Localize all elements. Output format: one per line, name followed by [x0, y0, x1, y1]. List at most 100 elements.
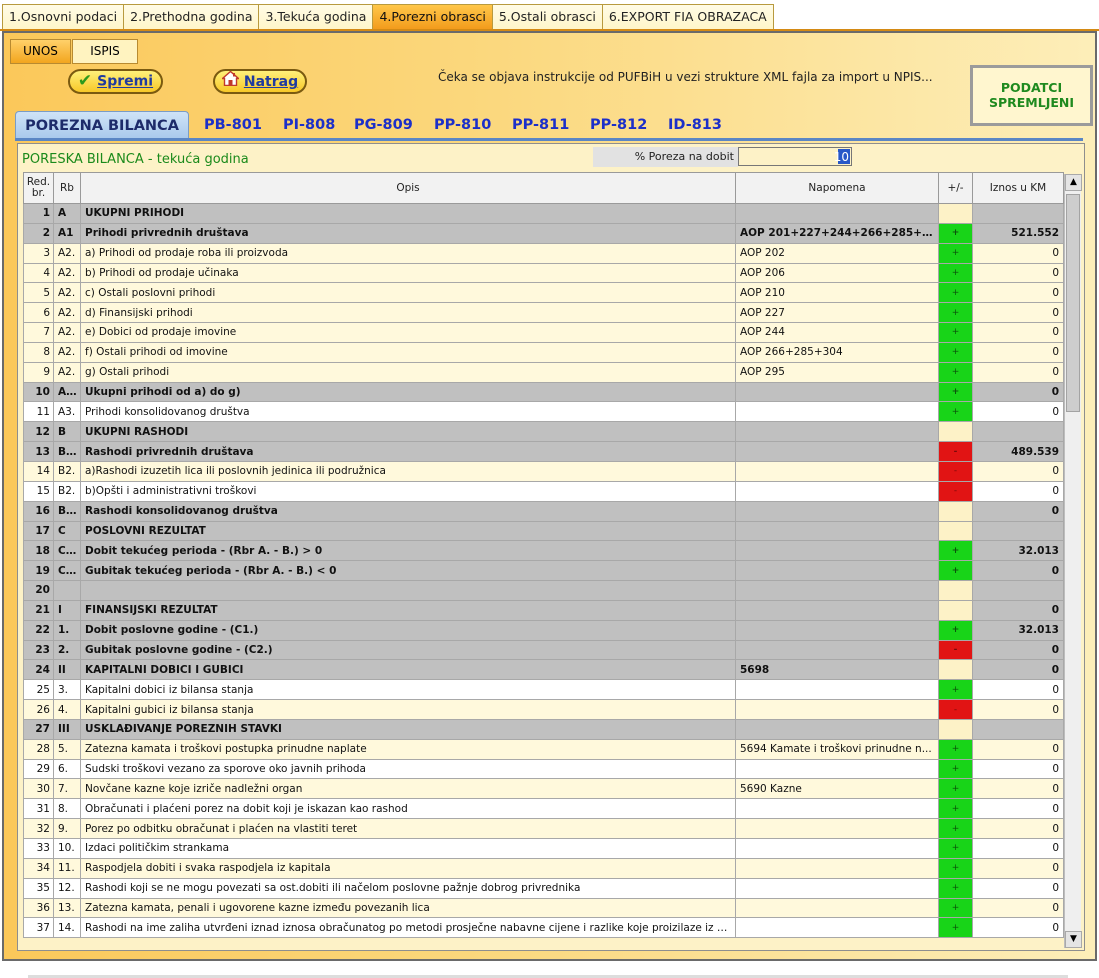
- cell-napomena[interactable]: [735, 639, 939, 661]
- cell-napomena[interactable]: [735, 421, 939, 443]
- cell-napomena[interactable]: 5694 Kamate i troškovi prinudne n...: [735, 738, 939, 760]
- cell-napomena[interactable]: [735, 540, 939, 562]
- cell-iznos[interactable]: 0: [972, 282, 1064, 304]
- cell-iznos[interactable]: 0: [972, 480, 1064, 502]
- cell-sign[interactable]: +: [938, 857, 973, 879]
- tab-tekuca-godina[interactable]: 3.Tekuća godina: [258, 4, 374, 30]
- table-row[interactable]: 34 11. Raspodjela dobiti i svaka raspodjel…: [23, 857, 1064, 879]
- cell-sign[interactable]: [938, 520, 973, 542]
- cell-iznos[interactable]: 0: [972, 758, 1064, 780]
- table-row[interactable]: 32 9. Porez po odbitku obračunat i plaćen …: [23, 818, 1064, 839]
- cell-iznos[interactable]: 0: [972, 560, 1064, 582]
- tax-rate-input[interactable]: [738, 147, 852, 166]
- cell-iznos[interactable]: 489.539: [972, 441, 1064, 462]
- table-row[interactable]: 25 3. Kapitalni dobici iz bilansa stanja +0: [23, 679, 1064, 701]
- cell-iznos[interactable]: 0: [972, 262, 1064, 284]
- table-row[interactable]: 6 A2. d) Finansijski prihodi AOP 227 +0: [23, 302, 1064, 324]
- cell-napomena[interactable]: [735, 401, 939, 423]
- table-row[interactable]: 8 A2. f) Ostali prihodi od imovine AOP 266+…: [23, 341, 1064, 363]
- cell-iznos[interactable]: 0: [972, 798, 1064, 820]
- cell-sign[interactable]: +: [938, 818, 973, 839]
- tab-porezna-bilanca[interactable]: POREZNA BILANCA: [15, 111, 189, 139]
- col-header-iznos[interactable]: Iznos u KM: [972, 172, 1064, 204]
- cell-napomena[interactable]: AOP 244: [735, 322, 939, 343]
- cell-napomena[interactable]: [735, 877, 939, 899]
- tab-id-813[interactable]: ID-813: [668, 111, 722, 139]
- table-row[interactable]: 9 A2. g) Ostali prihodi AOP 295 +0: [23, 361, 1064, 383]
- table-row[interactable]: 13 B1. Rashodi privrednih društava -489.539: [23, 441, 1064, 462]
- cell-iznos[interactable]: 0: [972, 857, 1064, 879]
- cell-napomena[interactable]: AOP 206: [735, 262, 939, 284]
- table-row[interactable]: 7 A2. e) Dobici od prodaje imovine AOP 244 +…: [23, 322, 1064, 343]
- cell-iznos[interactable]: 0: [972, 778, 1064, 800]
- cell-napomena[interactable]: 5690 Kazne: [735, 778, 939, 800]
- table-row[interactable]: 20: [23, 580, 1064, 601]
- tab-pi-808[interactable]: PI-808: [283, 111, 335, 139]
- cell-iznos[interactable]: [972, 203, 1064, 224]
- cell-sign[interactable]: +: [938, 778, 973, 800]
- cell-napomena[interactable]: [735, 460, 939, 482]
- table-row[interactable]: 29 6. Sudski troškovi vezano za sporove ok…: [23, 758, 1064, 780]
- vertical-scrollbar[interactable]: ▲ ▼: [1064, 174, 1082, 948]
- tab-pp-810[interactable]: PP-810: [434, 111, 491, 139]
- cell-sign[interactable]: +: [938, 877, 973, 899]
- cell-napomena[interactable]: [735, 500, 939, 522]
- cell-sign[interactable]: [938, 659, 973, 681]
- table-row[interactable]: 26 4. Kapitalni gubici iz bilansa stanja -0: [23, 699, 1064, 720]
- cell-napomena[interactable]: [735, 857, 939, 879]
- tab-ispis[interactable]: ISPIS: [72, 39, 138, 64]
- cell-napomena[interactable]: [735, 798, 939, 820]
- table-row[interactable]: 12 B UKUPNI RASHODI: [23, 421, 1064, 443]
- cell-iznos[interactable]: 0: [972, 639, 1064, 661]
- cell-iznos[interactable]: 0: [972, 341, 1064, 363]
- cell-iznos[interactable]: 0: [972, 877, 1064, 899]
- table-row[interactable]: 15 B2. b)Opšti i administrativni troškovi -…: [23, 480, 1064, 502]
- cell-iznos[interactable]: 0: [972, 838, 1064, 859]
- cell-sign[interactable]: +: [938, 381, 973, 403]
- cell-sign[interactable]: [938, 421, 973, 443]
- cell-iznos[interactable]: 0: [972, 917, 1064, 939]
- cell-sign[interactable]: +: [938, 322, 973, 343]
- cell-iznos[interactable]: 0: [972, 401, 1064, 423]
- cell-iznos[interactable]: 0: [972, 599, 1064, 621]
- cell-iznos[interactable]: [972, 718, 1064, 740]
- cell-napomena[interactable]: [735, 580, 939, 601]
- tab-ostali-obrasci[interactable]: 5.Ostali obrasci: [491, 4, 603, 30]
- cell-iznos[interactable]: 0: [972, 738, 1064, 760]
- tab-porezni-obrasci[interactable]: 4.Porezni obrasci: [372, 4, 493, 30]
- col-header-opis[interactable]: Opis: [80, 172, 736, 204]
- cell-iznos[interactable]: 0: [972, 897, 1064, 919]
- cell-iznos[interactable]: 0: [972, 322, 1064, 343]
- table-row[interactable]: 33 10. Izdaci političkim strankama +0: [23, 838, 1064, 859]
- cell-iznos[interactable]: 0: [972, 381, 1064, 403]
- cell-napomena[interactable]: AOP 201+227+244+266+285+295+304: [735, 222, 939, 244]
- table-row[interactable]: 36 13. Zatezna kamata, penali i ugovorene …: [23, 897, 1064, 919]
- cell-iznos[interactable]: 0: [972, 659, 1064, 681]
- cell-sign[interactable]: [938, 580, 973, 601]
- cell-napomena[interactable]: [735, 679, 939, 701]
- cell-sign[interactable]: +: [938, 798, 973, 820]
- back-button[interactable]: Natrag: [213, 69, 307, 94]
- table-row[interactable]: 1 A UKUPNI PRIHODI: [23, 203, 1064, 224]
- table-row[interactable]: 27 III USKLAĐIVANJE POREZNIH STAVKI: [23, 718, 1064, 740]
- cell-sign[interactable]: -: [938, 699, 973, 720]
- cell-iznos[interactable]: 0: [972, 699, 1064, 720]
- table-row[interactable]: 18 C1. Dobit tekućeg perioda - (Rbr A. - B…: [23, 540, 1064, 562]
- cell-iznos[interactable]: [972, 580, 1064, 601]
- cell-napomena[interactable]: [735, 441, 939, 462]
- table-row[interactable]: 37 14. Rashodi na ime zaliha utvrđeni izna…: [23, 917, 1064, 939]
- table-row[interactable]: 5 A2. c) Ostali poslovni prihodi AOP 210 +0: [23, 282, 1064, 304]
- cell-sign[interactable]: +: [938, 838, 973, 859]
- cell-napomena[interactable]: [735, 718, 939, 740]
- tab-export-fia[interactable]: 6.EXPORT FIA OBRAZACA: [601, 4, 774, 30]
- cell-napomena[interactable]: [735, 203, 939, 224]
- table-row[interactable]: 17 C POSLOVNI REZULTAT: [23, 520, 1064, 542]
- tab-unos[interactable]: UNOS: [10, 39, 71, 64]
- cell-iznos[interactable]: 521.552: [972, 222, 1064, 244]
- cell-napomena[interactable]: [735, 520, 939, 542]
- cell-napomena[interactable]: [735, 897, 939, 919]
- cell-napomena[interactable]: [735, 480, 939, 502]
- cell-napomena[interactable]: AOP 227: [735, 302, 939, 324]
- table-row[interactable]: 10 A2. Ukupni prihodi od a) do g) +0: [23, 381, 1064, 403]
- cell-sign[interactable]: [938, 500, 973, 522]
